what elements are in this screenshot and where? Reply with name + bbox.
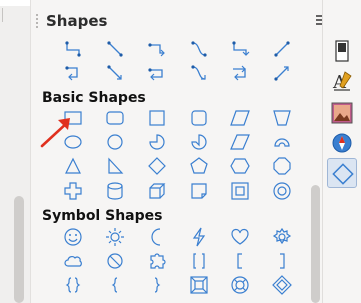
right-bracket-icon[interactable]	[271, 250, 293, 272]
rounded-rectangle-icon[interactable]	[104, 107, 126, 129]
bracket-pair-icon[interactable]	[188, 250, 210, 272]
line-connector-icon[interactable]	[271, 38, 293, 60]
cross-icon[interactable]	[62, 180, 84, 202]
styles-icon[interactable]: A	[327, 66, 357, 96]
cloud-icon[interactable]	[62, 250, 84, 272]
puzzle-icon[interactable]	[146, 250, 168, 272]
prohibited-icon[interactable]	[104, 250, 126, 272]
properties-icon[interactable]	[327, 36, 357, 66]
heart-icon[interactable]	[229, 226, 251, 248]
pentagon-icon[interactable]	[188, 155, 210, 177]
connector-arrows-icon[interactable]	[62, 62, 84, 84]
octagon-icon[interactable]	[271, 155, 293, 177]
curved-connector-icon[interactable]	[188, 38, 210, 60]
diamond-parallelogram-icon[interactable]	[229, 131, 251, 153]
sun-icon[interactable]	[104, 226, 126, 248]
right-triangle-icon[interactable]	[104, 155, 126, 177]
parallelogram-icon[interactable]	[229, 107, 251, 129]
frame-icon[interactable]	[229, 180, 251, 202]
gallery-icon[interactable]	[327, 98, 357, 128]
annotation-arrow-icon	[38, 112, 80, 152]
left-panel-top	[0, 0, 30, 6]
curved-connector-arrow-icon[interactable]	[188, 62, 210, 84]
smiley-face-icon[interactable]	[62, 226, 84, 248]
square-icon[interactable]	[146, 107, 168, 129]
trapezoid-icon[interactable]	[271, 107, 293, 129]
section-symbol-shapes: Symbol Shapes	[42, 208, 163, 224]
straight-connector-arrow-icon[interactable]	[104, 62, 126, 84]
connector-icon[interactable]	[62, 38, 84, 60]
left-bracket-icon[interactable]	[229, 250, 251, 272]
flower-icon[interactable]	[271, 226, 293, 248]
left-panel-divider	[2, 8, 11, 22]
cylinder-icon[interactable]	[104, 180, 126, 202]
cube-icon[interactable]	[146, 180, 168, 202]
connector-arrow-icon[interactable]	[229, 38, 251, 60]
straight-connector-icon[interactable]	[104, 38, 126, 60]
right-brace-icon[interactable]	[146, 274, 168, 296]
left-scrollbar[interactable]	[14, 196, 24, 303]
left-panel-edge	[0, 0, 31, 303]
line-connector-ends-icon[interactable]	[146, 62, 168, 84]
section-basic-shapes: Basic Shapes	[42, 90, 146, 106]
navigator-icon[interactable]	[327, 128, 357, 158]
isosceles-triangle-icon[interactable]	[62, 155, 84, 177]
diamond-icon[interactable]	[146, 155, 168, 177]
circle-bevel-icon[interactable]	[229, 274, 251, 296]
arc-icon[interactable]	[271, 131, 293, 153]
lightning-icon[interactable]	[188, 226, 210, 248]
rounded-square-icon[interactable]	[188, 107, 210, 129]
brace-pair-icon[interactable]	[62, 274, 84, 296]
panel-scrollbar[interactable]	[311, 185, 320, 303]
ring-icon[interactable]	[271, 180, 293, 202]
circle-icon[interactable]	[104, 131, 126, 153]
connector-both-arrows-icon[interactable]	[229, 62, 251, 84]
panel-title: Shapes	[46, 12, 108, 30]
folded-corner-icon[interactable]	[188, 180, 210, 202]
line-arrow-icon[interactable]	[271, 62, 293, 84]
circle-pie-icon[interactable]	[146, 131, 168, 153]
moon-icon[interactable]	[146, 226, 168, 248]
diamond-bevel-icon[interactable]	[271, 274, 293, 296]
square-bevel-icon[interactable]	[188, 274, 210, 296]
connector-ends-icon[interactable]	[146, 38, 168, 60]
shapes-icon[interactable]	[327, 158, 357, 188]
drag-handle[interactable]	[36, 14, 38, 30]
block-arc-icon[interactable]	[188, 131, 210, 153]
hexagon-icon[interactable]	[229, 155, 251, 177]
left-brace-icon[interactable]	[104, 274, 126, 296]
